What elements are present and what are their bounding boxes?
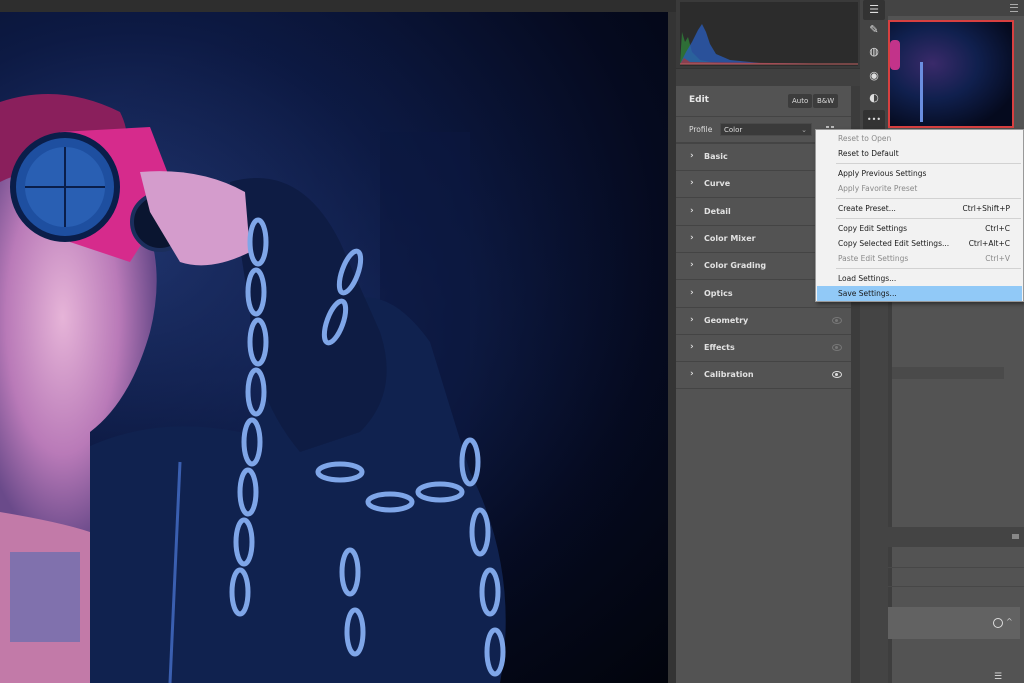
chevron-right-icon: › xyxy=(690,205,694,216)
profile-label: Profile xyxy=(689,125,713,134)
menu-item-label: Apply Favorite Preset xyxy=(838,184,918,193)
chevron-down-icon: ⌄ xyxy=(801,126,807,134)
menu-separator xyxy=(836,163,1021,164)
edit-header: Edit Auto B&W xyxy=(676,86,851,117)
overlay-circles-icon[interactable] xyxy=(993,618,1003,628)
menu-item-reset-to-open: Reset to Open xyxy=(817,131,1022,146)
auto-button[interactable]: Auto xyxy=(788,94,813,108)
lower-panel-header xyxy=(888,527,1024,547)
section-geometry[interactable]: › Geometry xyxy=(676,308,851,335)
menu-item-copy-edit-settings[interactable]: Copy Edit Settings Ctrl+C xyxy=(817,221,1022,236)
menu-item-apply-previous-settings[interactable]: Apply Previous Settings xyxy=(817,166,1022,181)
edit-sliders-icon[interactable]: ☰ xyxy=(863,0,885,20)
section-label: Color Mixer xyxy=(704,233,756,243)
document-top-bar xyxy=(0,0,676,12)
histogram xyxy=(680,2,858,66)
divider xyxy=(888,567,1024,568)
menu-item-create-preset[interactable]: Create Preset... Ctrl+Shift+P xyxy=(817,201,1022,216)
thumb-chain xyxy=(920,62,923,122)
menu-item-load-settings[interactable]: Load Settings... xyxy=(817,271,1022,286)
visibility-eye-icon[interactable] xyxy=(832,371,842,379)
menu-separator xyxy=(836,268,1021,269)
menu-item-label: Copy Edit Settings xyxy=(838,224,908,233)
navigator-zoom-bar[interactable] xyxy=(892,367,1004,379)
chevron-right-icon: › xyxy=(690,151,694,161)
tattoo xyxy=(10,552,80,642)
histogram-info-strip xyxy=(676,68,860,87)
presets-icon[interactable]: ◐ xyxy=(863,88,885,108)
menu-item-label: Load Settings... xyxy=(838,274,897,283)
more-options-icon[interactable]: ••• xyxy=(863,110,885,130)
visibility-eye-icon[interactable] xyxy=(832,316,842,324)
section-label: Effects xyxy=(704,343,735,353)
red-eye-icon[interactable]: ◉ xyxy=(863,66,885,86)
section-effects[interactable]: › Effects xyxy=(676,335,851,363)
lower-panel-menu-icon[interactable] xyxy=(1012,534,1019,539)
chevron-right-icon: › xyxy=(690,314,694,325)
context-menu: Reset to Open Reset to Default Apply Previ… xyxy=(815,129,1024,302)
section-label: Curve xyxy=(704,179,731,189)
chevron-right-icon: › xyxy=(690,369,694,380)
chevron-right-icon: › xyxy=(690,287,694,298)
navigator-header xyxy=(888,0,1024,16)
menu-item-label: Save Settings... xyxy=(838,289,897,298)
chevron-right-icon: › xyxy=(690,232,694,243)
menu-item-paste-edit-settings: Paste Edit Settings Ctrl+V xyxy=(817,251,1022,266)
section-label: Calibration xyxy=(704,370,754,380)
menu-item-label: Apply Previous Settings xyxy=(838,169,927,178)
menu-item-label: Reset to Default xyxy=(838,149,899,158)
menu-item-shortcut: Ctrl+V xyxy=(985,254,1010,263)
menu-item-shortcut: Ctrl+Alt+C xyxy=(968,239,1010,248)
menu-item-label: Copy Selected Edit Settings... xyxy=(838,239,950,248)
section-label: Detail xyxy=(704,206,731,216)
histogram-blue xyxy=(680,24,858,64)
chevron-right-icon: › xyxy=(690,342,694,353)
profile-select[interactable]: Color ⌄ xyxy=(720,123,812,136)
menu-item-shortcut: Ctrl+C xyxy=(985,224,1010,233)
masking-icon[interactable]: ◍ xyxy=(863,42,885,62)
section-calibration[interactable]: › Calibration xyxy=(676,362,851,390)
menu-item-label: Create Preset... xyxy=(838,204,896,213)
canvas-gutter xyxy=(668,12,676,683)
image-canvas[interactable] xyxy=(0,12,668,683)
menu-item-reset-to-default[interactable]: Reset to Default xyxy=(817,146,1022,161)
menu-item-label: Paste Edit Settings xyxy=(838,254,909,263)
visibility-eye-icon[interactable] xyxy=(832,344,842,352)
caret-up-icon[interactable]: ^ xyxy=(1006,617,1013,626)
menu-item-shortcut: Ctrl+Shift+P xyxy=(962,204,1010,213)
sliders-icon[interactable]: ☰ xyxy=(994,672,1002,682)
profile-value: Color xyxy=(724,126,743,134)
section-label: Optics xyxy=(704,288,733,298)
section-label: Color Grading xyxy=(704,261,767,271)
chevron-right-icon: › xyxy=(690,260,694,271)
photo xyxy=(0,12,668,683)
healing-bandage-icon[interactable]: ✎ xyxy=(863,20,885,40)
menu-item-apply-favorite-preset: Apply Favorite Preset xyxy=(817,181,1022,196)
panel-menu-icon[interactable] xyxy=(1010,4,1018,12)
section-label: Basic xyxy=(704,152,728,161)
divider xyxy=(888,586,1024,587)
menu-item-copy-selected-edit-settings[interactable]: Copy Selected Edit Settings... Ctrl+Alt+C xyxy=(817,236,1022,251)
section-label: Geometry xyxy=(704,315,749,325)
menu-item-save-settings[interactable]: Save Settings... xyxy=(817,286,1022,301)
menu-separator xyxy=(836,218,1021,219)
navigator-thumbnail[interactable] xyxy=(888,20,1014,128)
chevron-right-icon: › xyxy=(690,178,694,189)
bw-button[interactable]: B&W xyxy=(813,94,839,108)
menu-item-label: Reset to Open xyxy=(838,134,892,143)
edit-title: Edit xyxy=(689,95,709,105)
thumb-goggles xyxy=(890,40,900,70)
tool-strip: ☰ ✎ ◍ ◉ ◐ ••• xyxy=(860,0,888,683)
menu-separator xyxy=(836,198,1021,199)
